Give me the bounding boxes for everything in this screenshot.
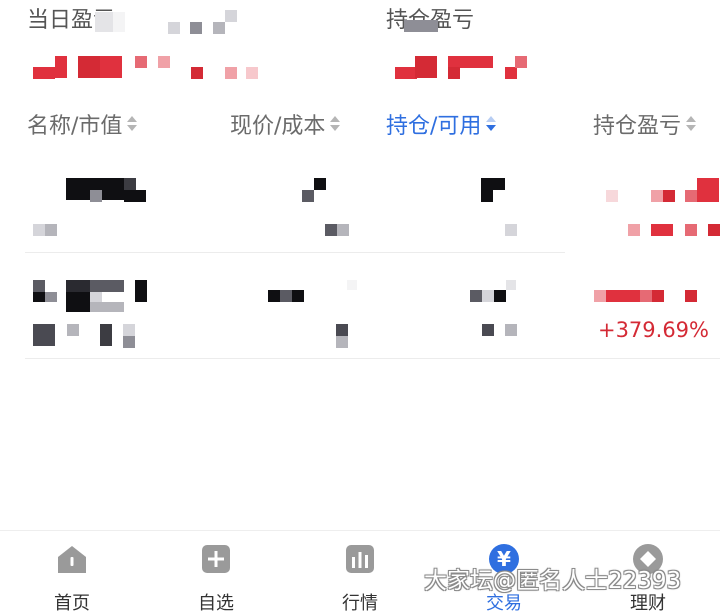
- sort-icon: [329, 113, 341, 135]
- tab-watchlist[interactable]: 自选: [144, 531, 288, 614]
- sort-icon: [126, 113, 138, 135]
- tab-market[interactable]: 行情: [288, 531, 432, 614]
- tab-label: 自选: [198, 593, 234, 614]
- column-header-label: 持仓盈亏: [593, 114, 682, 139]
- column-header-position-available[interactable]: 持仓/可用: [386, 108, 497, 140]
- column-header-label: 持仓/可用: [386, 114, 482, 139]
- tab-label: 行情: [342, 593, 378, 614]
- holding-row[interactable]: [0, 160, 720, 252]
- home-icon: [58, 546, 86, 573]
- row-divider: [25, 358, 720, 359]
- sort-descending-icon: [485, 113, 497, 135]
- column-header-name-value[interactable]: 名称/市值: [27, 108, 138, 140]
- plus-box-icon: [202, 545, 230, 573]
- position-pl-percent: +379.69%: [597, 318, 709, 342]
- forum-watermark: 大家坛@匿名人士22393: [424, 568, 682, 594]
- bar-chart-icon: [346, 545, 374, 573]
- row-divider: [25, 252, 565, 253]
- tab-label: 首页: [54, 593, 90, 614]
- column-header-label: 名称/市值: [27, 114, 123, 139]
- tab-home[interactable]: 首页: [0, 531, 144, 614]
- sort-icon: [685, 113, 697, 135]
- column-header-label: 现价/成本: [230, 114, 326, 139]
- column-header-position-pl[interactable]: 持仓盈亏: [593, 108, 697, 140]
- column-header-price-cost[interactable]: 现价/成本: [230, 108, 341, 140]
